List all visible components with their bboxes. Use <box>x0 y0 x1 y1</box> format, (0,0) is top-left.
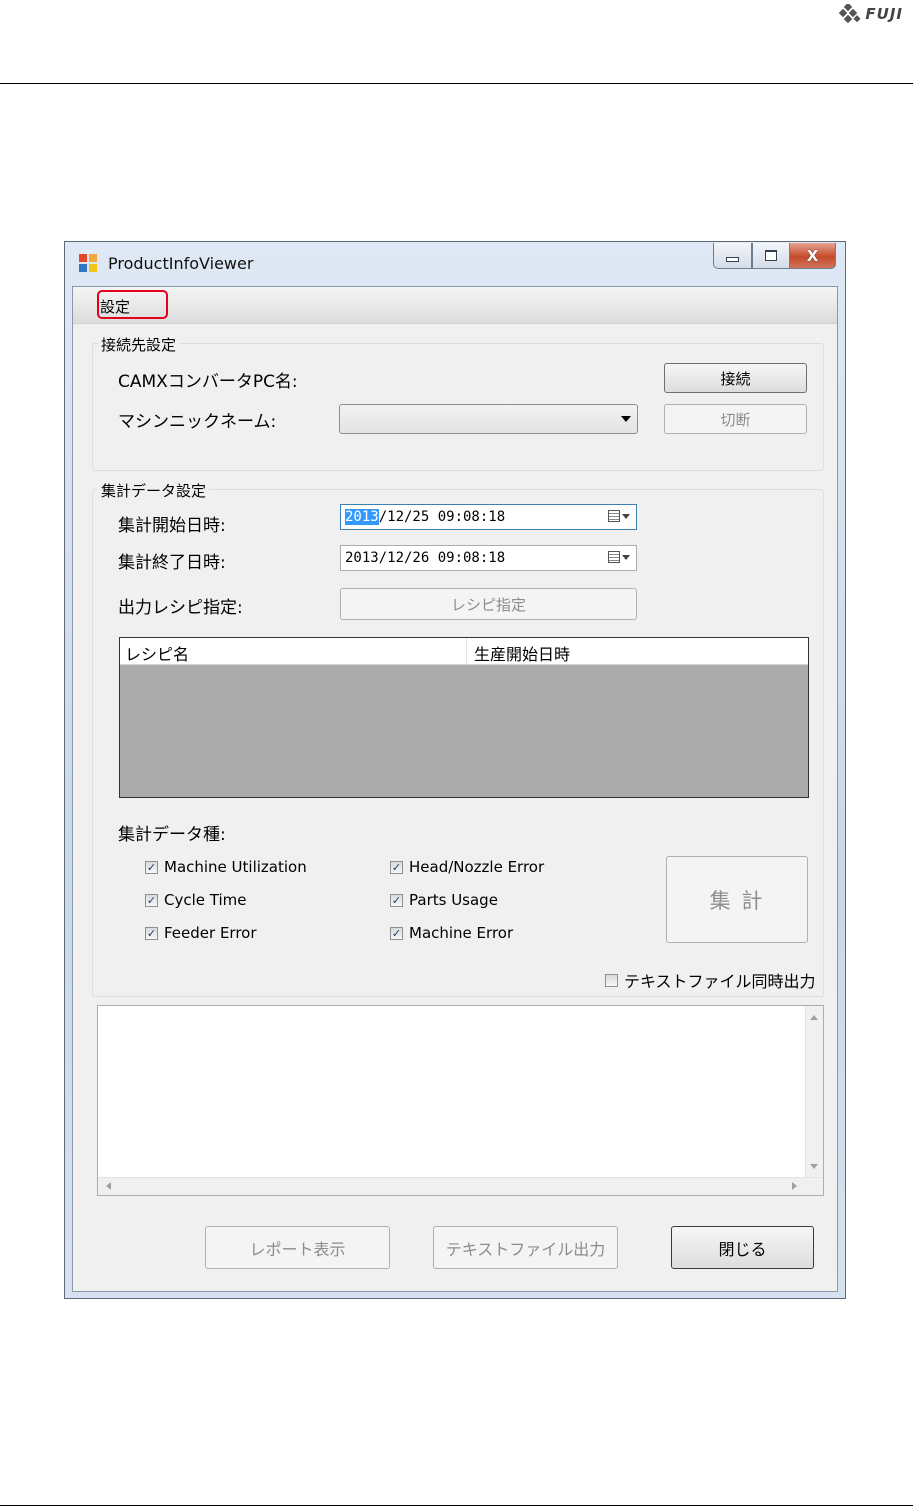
window-title: ProductInfoViewer <box>108 254 254 273</box>
minimize-button[interactable] <box>713 243 752 269</box>
brand-name: FUJI <box>865 5 903 23</box>
maximize-button[interactable] <box>752 243 790 269</box>
check-cycle-time[interactable]: ✓ Cycle Time <box>145 891 246 909</box>
start-year-selection: 2013 <box>345 509 379 525</box>
recipe-spec-button-label: レシピ指定 <box>450 595 526 614</box>
start-datetime-label: 集計開始日時: <box>118 516 226 536</box>
end-datetime-value: 2013/12/26 09:08:18 <box>345 550 506 566</box>
checkbox-label: Machine Error <box>409 924 514 942</box>
data-types-label: 集計データ種: <box>118 825 226 845</box>
check-parts-usage[interactable]: ✓ Parts Usage <box>390 891 498 909</box>
start-datetime-picker[interactable]: 2013/12/25 09:08:18 <box>340 504 637 530</box>
close-button-label: 閉じる <box>718 1239 767 1259</box>
checkbox-label: Feeder Error <box>164 924 257 942</box>
checkbox-unchecked[interactable] <box>605 973 618 987</box>
highlight-frame <box>97 290 168 319</box>
title-bar[interactable]: ProductInfoViewer X <box>65 242 845 286</box>
checkbox-label: Parts Usage <box>409 891 498 909</box>
checkbox[interactable]: ✓ <box>145 926 158 940</box>
calendar-icon <box>608 551 620 563</box>
checkbox[interactable]: ✓ <box>390 926 403 940</box>
close-window-button[interactable]: X <box>790 243 836 269</box>
check-machine-utilization[interactable]: ✓ Machine Utilization <box>145 858 307 876</box>
client-area: 設定 接続先設定 CAMXコンバータPC名: 接続 マシンニックネーム: 切断 … <box>72 286 838 1292</box>
checkbox-label: テキストファイル同時出力 <box>624 972 816 991</box>
footer-rule <box>0 1505 913 1506</box>
column-recipe-name[interactable]: レシピ名 <box>125 641 189 665</box>
vertical-scrollbar[interactable] <box>805 1006 823 1177</box>
fuji-logo: FUJI <box>837 4 903 24</box>
report-display-button[interactable]: レポート表示 <box>205 1226 390 1269</box>
check-head-nozzle-error[interactable]: ✓ Head/Nozzle Error <box>390 858 544 876</box>
aggregate-group-label: 集計データ設定 <box>98 480 210 501</box>
app-icon <box>79 254 97 272</box>
aggregate-group: 集計データ設定 集計開始日時: 2013/12/25 09:08:18 集計終了… <box>92 480 824 997</box>
nickname-dropdown[interactable] <box>339 404 638 434</box>
scroll-down-icon[interactable] <box>810 1164 818 1169</box>
menu-bar: 設定 <box>73 287 837 324</box>
chevron-down-icon <box>621 416 631 422</box>
close-icon: X <box>806 246 819 265</box>
checkbox[interactable]: ✓ <box>390 860 403 874</box>
recipe-list[interactable]: レシピ名 生産開始日時 <box>119 637 809 798</box>
check-machine-error[interactable]: ✓ Machine Error <box>390 924 513 942</box>
checkbox[interactable]: ✓ <box>390 893 403 907</box>
recipe-list-header: レシピ名 生産開始日時 <box>120 638 808 665</box>
minimize-icon <box>726 256 739 262</box>
caption-buttons: X <box>713 243 836 269</box>
connection-group: 接続先設定 CAMXコンバータPC名: 接続 マシンニックネーム: 切断 <box>92 334 824 471</box>
header-rule <box>0 83 913 84</box>
scroll-up-icon[interactable] <box>810 1015 818 1020</box>
scroll-right-icon[interactable] <box>792 1182 797 1190</box>
scroll-left-icon[interactable] <box>106 1182 111 1190</box>
calendar-dropdown[interactable] <box>608 551 630 563</box>
text-file-output-button[interactable]: テキストファイル出力 <box>433 1226 618 1269</box>
pc-name-label: CAMXコンバータPC名: <box>118 372 298 392</box>
output-textarea[interactable] <box>97 1005 824 1196</box>
text-file-output-button-label: テキストファイル出力 <box>445 1239 606 1259</box>
recipe-spec-label: 出力レシピ指定: <box>118 598 243 618</box>
report-display-button-label: レポート表示 <box>249 1239 346 1259</box>
connect-button[interactable]: 接続 <box>664 363 807 393</box>
start-datetime-rest: /12/25 09:08:18 <box>378 509 506 525</box>
check-text-simultaneous[interactable]: テキストファイル同時出力 <box>605 968 816 992</box>
nickname-label: マシンニックネーム: <box>118 412 277 432</box>
disconnect-button[interactable]: 切断 <box>664 404 807 434</box>
end-datetime-picker[interactable]: 2013/12/26 09:08:18 <box>340 545 637 571</box>
column-start-time[interactable]: 生産開始日時 <box>474 641 570 665</box>
chevron-down-icon <box>622 554 630 560</box>
app-window: ProductInfoViewer X 設定 接続先設定 CAMXコンバータPC… <box>64 241 846 1299</box>
aggregate-button-label: 集 計 <box>709 888 765 913</box>
calendar-icon <box>608 510 620 522</box>
horizontal-scrollbar[interactable] <box>98 1177 823 1195</box>
connection-group-label: 接続先設定 <box>98 334 180 355</box>
checkbox[interactable]: ✓ <box>145 860 158 874</box>
disconnect-button-label: 切断 <box>720 410 751 429</box>
aggregate-button[interactable]: 集 計 <box>666 856 808 943</box>
checkbox-label: Machine Utilization <box>164 858 307 876</box>
check-feeder-error[interactable]: ✓ Feeder Error <box>145 924 257 942</box>
fuji-diamond-icon <box>839 4 861 24</box>
connect-button-label: 接続 <box>720 369 751 388</box>
calendar-dropdown[interactable] <box>608 510 630 522</box>
chevron-down-icon <box>622 513 630 519</box>
end-datetime-label: 集計終了日時: <box>118 553 226 573</box>
checkbox-label: Head/Nozzle Error <box>409 858 545 876</box>
recipe-spec-button[interactable]: レシピ指定 <box>340 588 637 620</box>
close-button[interactable]: 閉じる <box>671 1226 814 1269</box>
column-separator[interactable] <box>466 638 467 664</box>
checkbox-label: Cycle Time <box>164 891 247 909</box>
checkbox[interactable]: ✓ <box>145 893 158 907</box>
maximize-icon <box>765 250 777 261</box>
